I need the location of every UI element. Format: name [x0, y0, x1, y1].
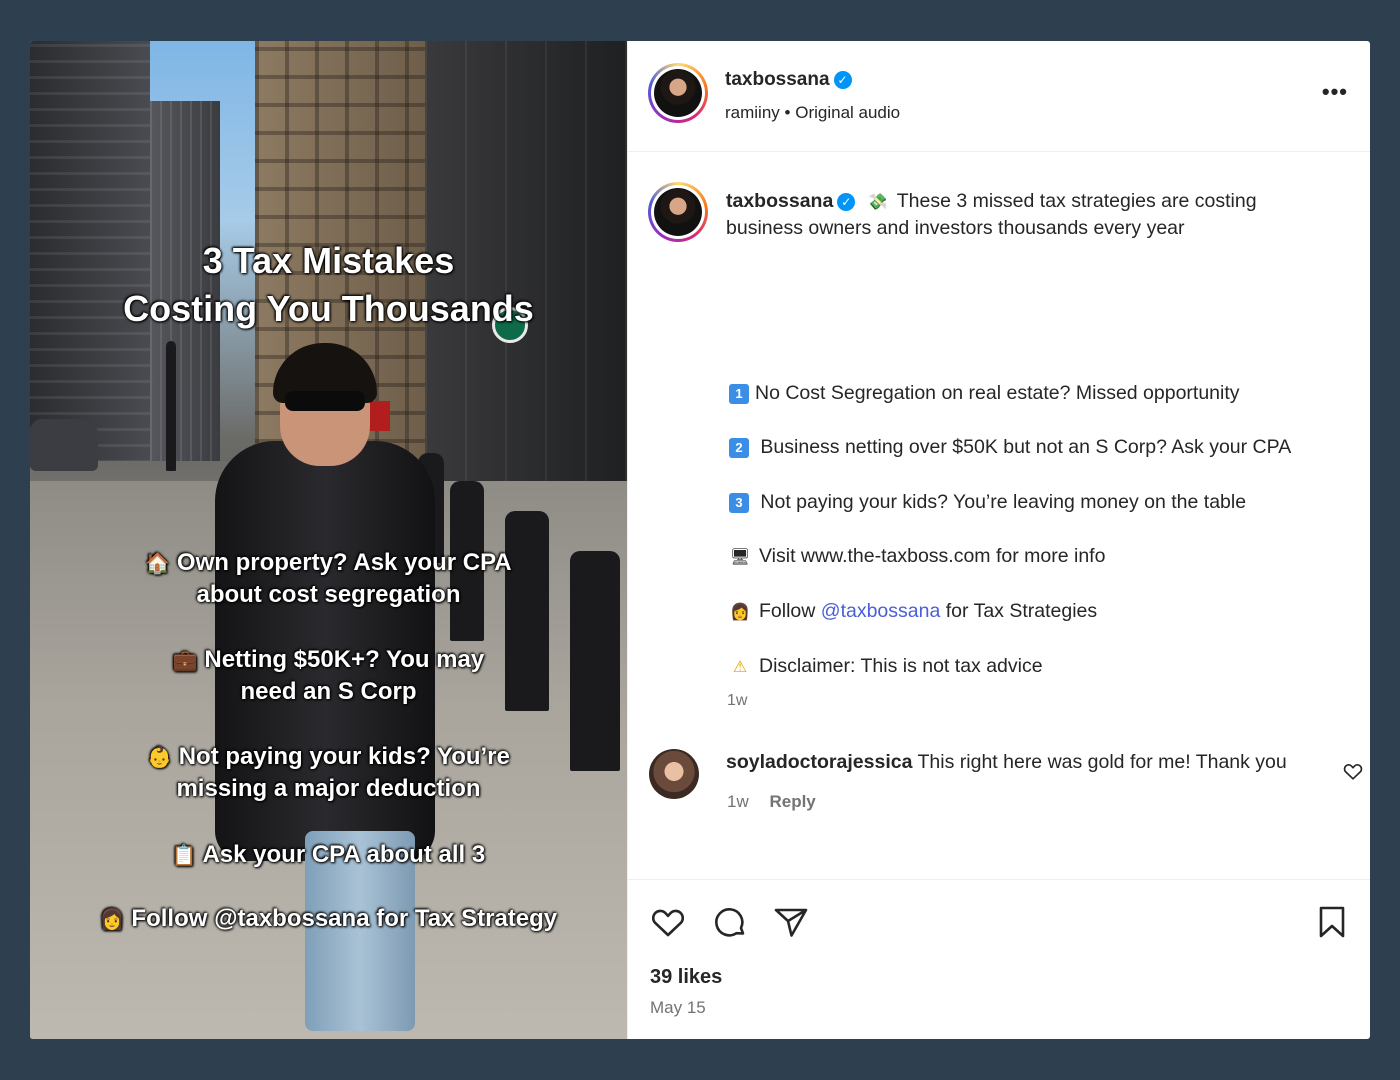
video-bullet-line: Own property? Ask your CPA	[176, 549, 512, 576]
reel-video[interactable]: 3 Tax Mistakes Costing You Thousands 🏠 O…	[30, 41, 627, 1039]
video-bullet-line: Ask your CPA about all 3	[202, 841, 486, 868]
video-bullet-line: missing a major deduction	[176, 775, 481, 802]
share-paper-plane-icon[interactable]	[771, 902, 811, 942]
audio-info[interactable]: ramiiny • Original audio	[725, 103, 900, 123]
likes-count[interactable]: 39 likes	[650, 966, 722, 989]
keycap-3-icon: 3	[729, 493, 749, 513]
video-bullet: 📋 Ask your CPA about all 3	[30, 839, 627, 871]
street-lamp	[166, 341, 176, 471]
caption-line-text: Disclaimer: This is not tax advice	[759, 655, 1043, 677]
warning-icon: ⚠	[732, 657, 748, 676]
author-username[interactable]: taxbossana ✓	[725, 69, 852, 91]
video-bullet: 👶 Not paying your kids? You’re missing a…	[30, 741, 627, 805]
video-bullet: 👩 Follow @taxbossana for Tax Strategy	[30, 903, 627, 935]
video-title: 3 Tax Mistakes Costing You Thousands	[30, 237, 627, 333]
caption-line-text: Follow	[759, 600, 821, 622]
comments-area[interactable]: taxbossana ✓ 💸 These 3 missed tax strategi…	[628, 152, 1370, 879]
caption-line-text: No Cost Segregation on real estate? Miss…	[755, 382, 1240, 404]
caption-line: ⚠ Disclaimer: This is not tax advice	[729, 655, 1043, 678]
comment-timestamp[interactable]: 1w	[727, 792, 749, 811]
video-bullet-line: about cost segregation	[196, 581, 461, 608]
caption-line-text: for Tax Strategies	[940, 600, 1098, 622]
woman-icon: 👩	[730, 602, 750, 621]
caption-line: 1 No Cost Segregation on real estate? Mis…	[729, 382, 1240, 405]
caption-line-text: Visit www.the-taxboss.com for more info	[759, 545, 1106, 567]
more-options-icon[interactable]: •••	[1322, 79, 1348, 105]
caption-timestamp[interactable]: 1w	[727, 692, 747, 710]
clipboard-icon: 📋	[171, 843, 197, 867]
like-heart-icon[interactable]	[648, 902, 688, 942]
video-bullet: 💼 Netting $50K+? You may need an S Corp	[30, 644, 627, 708]
video-bullet-line: Netting $50K+? You may	[204, 646, 485, 673]
verified-badge-icon: ✓	[837, 193, 856, 211]
commenter-avatar[interactable]	[649, 749, 699, 799]
post-date[interactable]: May 15	[650, 998, 706, 1018]
caption: taxbossana ✓ 💸 These 3 missed tax strategi…	[726, 188, 1336, 242]
video-bullet-line: Follow @taxbossana for Tax Strategy	[131, 905, 558, 932]
caption-author-avatar[interactable]	[648, 182, 708, 242]
mention-link[interactable]: @taxbossana	[821, 600, 941, 622]
computer-icon: 🖥	[729, 547, 751, 566]
author-username-text[interactable]: taxbossana	[725, 69, 830, 90]
author-avatar[interactable]	[648, 63, 708, 123]
caption-line: 👩 Follow @taxbossana for Tax Strategies	[729, 600, 1097, 623]
parked-car	[30, 419, 98, 471]
audio-label[interactable]: Original audio	[795, 103, 900, 122]
caption-username[interactable]: taxbossana	[726, 190, 833, 212]
video-title-line-2: Costing You Thousands	[123, 288, 534, 329]
sunglasses	[285, 391, 365, 411]
briefcase-icon: 💼	[172, 648, 198, 672]
woman-icon: 👩	[99, 907, 125, 931]
comment-meta: 1w Reply	[727, 792, 816, 812]
caption-line-text: Business netting over $50K but not an S …	[760, 436, 1292, 458]
video-bullet-line: Not paying your kids? You’re	[178, 743, 510, 770]
video-bullet-line: need an S Corp	[240, 678, 417, 705]
post-header: taxbossana ✓ ramiiny • Original audio •••	[628, 41, 1370, 152]
comment-text: This right here was gold for me! Thank y…	[917, 751, 1287, 773]
baby-icon: 👶	[147, 745, 173, 769]
caption-line: 3 Not paying your kids? You’re leaving m…	[729, 491, 1246, 514]
caption-line: 2 Business netting over $50K but not an …	[729, 436, 1291, 459]
video-title-line-1: 3 Tax Mistakes	[202, 240, 455, 281]
reply-button[interactable]: Reply	[769, 792, 815, 811]
keycap-1-icon: 1	[729, 384, 749, 404]
money-wings-icon: 💸	[867, 192, 888, 211]
caption-line-text: Not paying your kids? You’re leaving mon…	[760, 491, 1247, 513]
commenter-username[interactable]: soyladoctorajessica	[726, 751, 912, 773]
instagram-post: 3 Tax Mistakes Costing You Thousands 🏠 O…	[30, 41, 1370, 1039]
post-actions: 39 likes May 15	[628, 879, 1370, 1039]
post-details-panel: taxbossana ✓ ramiiny • Original audio •••…	[627, 41, 1370, 1039]
house-icon: 🏠	[145, 551, 171, 575]
verified-badge-icon: ✓	[833, 71, 852, 89]
save-bookmark-icon[interactable]	[1312, 902, 1352, 942]
video-bullet: 🏠 Own property? Ask your CPA about cost …	[30, 547, 627, 611]
comment-like-heart-icon[interactable]	[1342, 760, 1364, 782]
keycap-2-icon: 2	[729, 438, 749, 458]
comment-bubble-icon[interactable]	[710, 902, 750, 942]
comment: soyladoctorajessica This right here was …	[726, 751, 1287, 774]
caption-line: 🖥 Visit www.the-taxboss.com for more info	[729, 545, 1106, 568]
audio-user[interactable]: ramiiny	[725, 103, 780, 122]
separator-dot: •	[784, 103, 791, 122]
